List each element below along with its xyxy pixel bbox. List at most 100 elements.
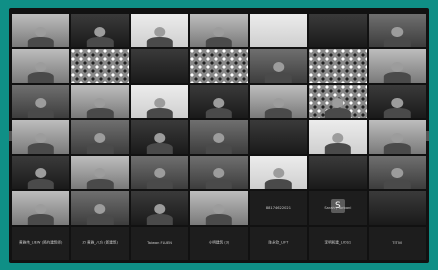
participant-head	[391, 62, 403, 73]
participant-tile[interactable]	[12, 120, 70, 154]
participant-tile[interactable]	[249, 155, 308, 190]
participant-tile[interactable]: 88174622021	[249, 191, 308, 225]
participant-tile[interactable]	[190, 84, 248, 119]
participant-silhouette	[86, 203, 114, 225]
participant-body	[86, 107, 114, 119]
participant-tile[interactable]	[190, 155, 248, 190]
participant-tile[interactable]	[368, 120, 426, 154]
participant-tile[interactable]: 黄雅伟_LIEW (简约建筑师)	[12, 226, 70, 260]
participant-video	[71, 49, 129, 83]
participant-tile[interactable]	[368, 155, 426, 190]
participant-head	[94, 203, 106, 214]
participant-head	[35, 26, 47, 37]
participant-body	[205, 107, 233, 119]
participant-video	[130, 49, 189, 83]
participant-tile[interactable]: S Sarah / Torbani	[309, 191, 367, 225]
participant-head	[35, 62, 47, 73]
participant-tile[interactable]	[71, 120, 129, 154]
participant-body	[324, 143, 352, 154]
participant-tile[interactable]	[309, 120, 367, 154]
participant-name-label: 88174622021	[265, 205, 291, 210]
participant-head	[35, 168, 47, 179]
participant-silhouette	[384, 26, 411, 48]
participant-tile[interactable]	[309, 84, 367, 119]
participant-tile[interactable]	[130, 120, 189, 154]
participant-tile[interactable]: Taiwan FLUEN	[130, 226, 189, 260]
participant-tile[interactable]	[130, 84, 189, 119]
participant-silhouette	[27, 26, 54, 48]
participant-tile[interactable]	[190, 120, 248, 154]
participant-body	[384, 178, 411, 190]
participant-video	[368, 191, 426, 225]
participant-tile[interactable]	[71, 191, 129, 225]
participant-name-label: 陈永钦_LIFT	[268, 240, 289, 245]
participant-body	[86, 143, 114, 154]
participant-tile[interactable]	[71, 14, 129, 48]
participant-body	[27, 37, 54, 48]
participant-name-label: 李明和建_LIOS1	[324, 240, 352, 245]
participant-tile[interactable]	[249, 14, 308, 48]
participant-silhouette	[86, 97, 114, 119]
participant-body	[205, 143, 233, 154]
participant-body	[324, 107, 352, 119]
participant-head	[332, 132, 344, 143]
participant-tile[interactable]	[71, 155, 129, 190]
participant-name-label: Taiwan FLUEN	[147, 241, 172, 246]
participant-tile[interactable]	[249, 84, 308, 119]
participant-silhouette	[324, 132, 352, 154]
participant-head	[213, 26, 225, 37]
participant-head	[391, 26, 403, 37]
participant-tile[interactable]: 小明建筑 (3)	[190, 226, 248, 260]
participant-tile[interactable]	[368, 49, 426, 83]
participant-tile[interactable]	[12, 191, 70, 225]
participant-tile[interactable]	[309, 49, 367, 83]
participant-silhouette	[324, 97, 352, 119]
participant-silhouette	[384, 62, 411, 83]
participant-body	[27, 107, 54, 119]
participant-silhouette	[205, 203, 233, 225]
participant-tile[interactable]	[130, 155, 189, 190]
participant-tile[interactable]	[368, 14, 426, 48]
participant-tile[interactable]	[130, 49, 189, 83]
participant-tile[interactable]	[309, 155, 367, 190]
participant-tile[interactable]: Zi 黄雅_八方 (新建筑)	[71, 226, 129, 260]
participant-tile[interactable]	[309, 14, 367, 48]
participant-silhouette	[86, 26, 114, 48]
participant-head	[35, 203, 47, 214]
participant-head	[154, 203, 166, 214]
participant-tile[interactable]	[12, 84, 70, 119]
participant-tile[interactable]: 李明和建_LIOS1	[309, 226, 367, 260]
participant-body	[86, 178, 114, 190]
participant-tile[interactable]	[249, 120, 308, 154]
participant-tile[interactable]	[368, 84, 426, 119]
participant-tile[interactable]	[12, 49, 70, 83]
participant-silhouette	[86, 132, 114, 154]
participant-silhouette	[27, 203, 54, 225]
participant-tile[interactable]	[130, 14, 189, 48]
participant-tile[interactable]	[71, 49, 129, 83]
participant-tile[interactable]	[71, 84, 129, 119]
participant-silhouette	[384, 168, 411, 190]
participant-tile[interactable]	[12, 14, 70, 48]
participant-tile[interactable]	[249, 49, 308, 83]
participant-tile[interactable]: TITIVI	[368, 226, 426, 260]
participant-video	[309, 49, 367, 83]
participant-tile[interactable]	[190, 49, 248, 83]
participant-head	[213, 97, 225, 108]
gallery-next-handle[interactable]	[426, 130, 429, 141]
participant-tile[interactable]	[190, 191, 248, 225]
participant-name-label: TITIVI	[392, 241, 403, 246]
participant-tile[interactable]	[130, 191, 189, 225]
participant-tile[interactable]: 陈永钦_LIFT	[249, 226, 308, 260]
participant-body	[27, 143, 54, 154]
participant-head	[213, 132, 225, 143]
participant-tile[interactable]	[190, 14, 248, 48]
participant-body	[205, 37, 233, 48]
participant-head	[154, 168, 166, 179]
participant-video	[309, 155, 367, 190]
participant-tile[interactable]	[12, 155, 70, 190]
participant-name-label: 小明建筑 (3)	[208, 240, 230, 245]
participant-tile[interactable]	[368, 191, 426, 225]
participant-silhouette	[146, 97, 173, 119]
participant-body	[146, 107, 173, 119]
